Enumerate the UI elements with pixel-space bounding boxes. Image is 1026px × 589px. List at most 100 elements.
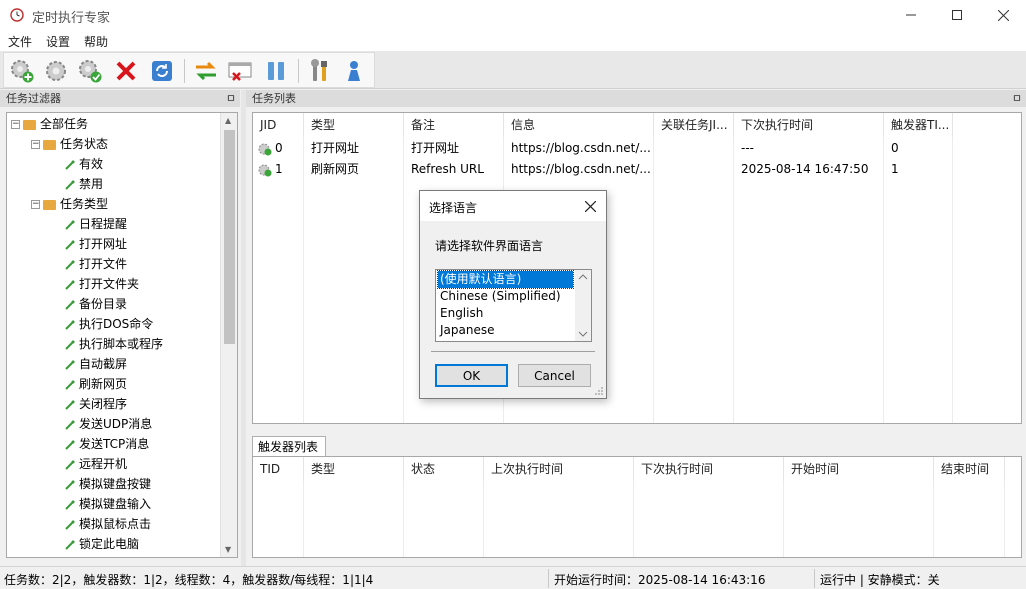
table-cell[interactable]: 0 — [884, 138, 953, 159]
column-header[interactable]: 下次执行时间 — [634, 457, 784, 481]
tree-item-type[interactable]: 关闭程序 — [65, 394, 127, 414]
column-header[interactable]: 状态 — [404, 457, 484, 481]
leaf-icon — [65, 479, 75, 490]
cancel-button[interactable]: Cancel — [518, 364, 591, 387]
column-header[interactable]: 结束时间 — [934, 457, 1005, 481]
menu-help[interactable]: 帮助 — [84, 33, 108, 50]
column-header[interactable]: TID — [253, 457, 304, 481]
tree-type-group[interactable]: − 任务类型 — [31, 194, 108, 214]
tree-status-group[interactable]: − 任务状态 — [31, 134, 108, 154]
pin-icon[interactable]: ㅁ — [1012, 90, 1022, 107]
pause-button[interactable] — [262, 57, 290, 85]
table-cell[interactable]: https://blog.csdn.net/... — [504, 138, 654, 159]
enable-task-button[interactable] — [76, 57, 104, 85]
pin-icon[interactable]: ㅁ — [226, 90, 236, 107]
tree-item-type[interactable]: 备份目录 — [65, 294, 127, 314]
column-header[interactable]: 类型 — [304, 113, 404, 137]
delete-task-button[interactable] — [112, 57, 140, 85]
tree-item-type[interactable]: 远程开机 — [65, 454, 127, 474]
table-cell[interactable]: --- — [734, 138, 884, 159]
scroll-down-icon[interactable] — [578, 331, 588, 338]
status-start-time: 开始运行时间：2025-08-14 16:43:16 — [554, 573, 766, 587]
folder-icon — [43, 199, 56, 210]
collapse-icon[interactable]: − — [31, 200, 40, 209]
tree-item-type[interactable]: 发送UDP消息 — [65, 414, 152, 434]
task-grid[interactable]: JID 类型 备注 信息 关联任务JI... 下次执行时间 触发器TI... 0 打开网址 打开… — [252, 112, 1022, 424]
tree-item-type[interactable]: 模拟键盘输入 — [65, 494, 151, 514]
tree-item-type[interactable]: 打开网址 — [65, 234, 127, 254]
leaf-icon — [65, 399, 75, 410]
tree-item-type[interactable]: 执行DOS命令 — [65, 314, 153, 334]
leaf-icon — [65, 539, 75, 550]
table-cell[interactable] — [654, 159, 734, 180]
trigger-grid[interactable]: TID 类型 状态 上次执行时间 下次执行时间 开始时间 结束时间 — [252, 456, 1022, 558]
tools-button[interactable] — [306, 57, 334, 85]
tree-item-type[interactable]: 日程提醒 — [65, 214, 127, 234]
column-header[interactable]: 触发器TI... — [884, 113, 953, 137]
tree-item-type[interactable]: 模拟键盘按键 — [65, 474, 151, 494]
table-cell[interactable]: 刷新网页 — [304, 159, 404, 180]
language-option[interactable]: Chinese (Simplified) — [438, 288, 573, 305]
user-button[interactable] — [340, 57, 368, 85]
table-cell[interactable]: 打开网址 — [304, 138, 404, 159]
tree-item-type[interactable]: 锁定此电脑 — [65, 534, 139, 554]
scroll-down-icon[interactable]: ▼ — [225, 545, 231, 554]
tree-item-type[interactable]: 模拟鼠标点击 — [65, 514, 151, 534]
menu-file[interactable]: 文件 — [8, 33, 32, 50]
vertical-splitter[interactable] — [241, 90, 246, 566]
filter-tree[interactable]: − 全部任务 − 任务状态 有效 禁用 − 任务类型 日程提醒 打开网址 打开文件 打开文件夹… — [6, 112, 238, 558]
table-cell[interactable]: Refresh URL — [404, 159, 504, 180]
minimize-button[interactable] — [888, 0, 934, 30]
language-option[interactable]: Japanese — [438, 322, 573, 339]
close-button[interactable] — [980, 0, 1026, 30]
add-task-button[interactable] — [8, 57, 36, 85]
tab-trigger-list[interactable]: 触发器列表 — [252, 436, 326, 456]
table-cell[interactable]: 0 — [253, 138, 304, 159]
dialog-close-button[interactable] — [580, 196, 600, 216]
language-option[interactable]: (使用默认语言) — [437, 270, 574, 289]
column-header[interactable]: 信息 — [504, 113, 654, 137]
table-cell[interactable]: 打开网址 — [404, 138, 504, 159]
collapse-icon[interactable]: − — [31, 140, 40, 149]
table-cell[interactable]: 1 — [253, 159, 304, 180]
collapse-icon[interactable]: − — [11, 120, 20, 129]
tree-item-type[interactable]: 打开文件 — [65, 254, 127, 274]
table-cell[interactable]: 1 — [884, 159, 953, 180]
tree-item-status[interactable]: 有效 — [65, 154, 103, 174]
maximize-button[interactable] — [934, 0, 980, 30]
column-header[interactable]: 关联任务JI... — [654, 113, 734, 137]
edit-task-button[interactable] — [42, 57, 70, 85]
listbox-scrollbar[interactable] — [575, 270, 591, 341]
column-header[interactable]: 上次执行时间 — [484, 457, 634, 481]
column-header[interactable]: 开始时间 — [784, 457, 934, 481]
scroll-up-icon[interactable]: ▲ — [225, 116, 231, 125]
column-divider — [952, 137, 953, 423]
refresh-button[interactable] — [148, 57, 176, 85]
resize-grip-icon[interactable] — [594, 386, 604, 396]
column-header[interactable]: 类型 — [304, 457, 404, 481]
column-header[interactable]: JID — [253, 113, 304, 137]
column-divider — [653, 137, 654, 423]
table-cell[interactable]: https://blog.csdn.net/... — [504, 159, 654, 180]
column-header[interactable]: 下次执行时间 — [734, 113, 884, 137]
ok-button[interactable]: OK — [435, 364, 508, 387]
table-cell[interactable]: 2025-08-14 16:47:50 — [734, 159, 884, 180]
scroll-up-icon[interactable] — [578, 273, 588, 280]
tree-item-type[interactable]: 打开文件夹 — [65, 274, 139, 294]
column-header[interactable]: 备注 — [404, 113, 504, 137]
tree-root[interactable]: − 全部任务 — [11, 114, 88, 134]
column-divider — [403, 481, 404, 557]
scroll-thumb[interactable] — [224, 130, 235, 344]
language-listbox[interactable]: (使用默认语言) Chinese (Simplified) English Japan… — [435, 269, 592, 342]
swap-button[interactable] — [192, 57, 220, 85]
language-option[interactable]: English — [438, 305, 573, 322]
table-cell[interactable] — [654, 138, 734, 159]
remove-window-button[interactable] — [226, 57, 254, 85]
tree-item-type[interactable]: 发送TCP消息 — [65, 434, 149, 454]
tree-scrollbar[interactable]: ▲ ▼ — [220, 113, 237, 557]
tree-item-status[interactable]: 禁用 — [65, 174, 103, 194]
tree-item-type[interactable]: 自动截屏 — [65, 354, 127, 374]
tree-item-type[interactable]: 刷新网页 — [65, 374, 127, 394]
menu-settings[interactable]: 设置 — [46, 33, 70, 50]
tree-item-type[interactable]: 执行脚本或程序 — [65, 334, 163, 354]
